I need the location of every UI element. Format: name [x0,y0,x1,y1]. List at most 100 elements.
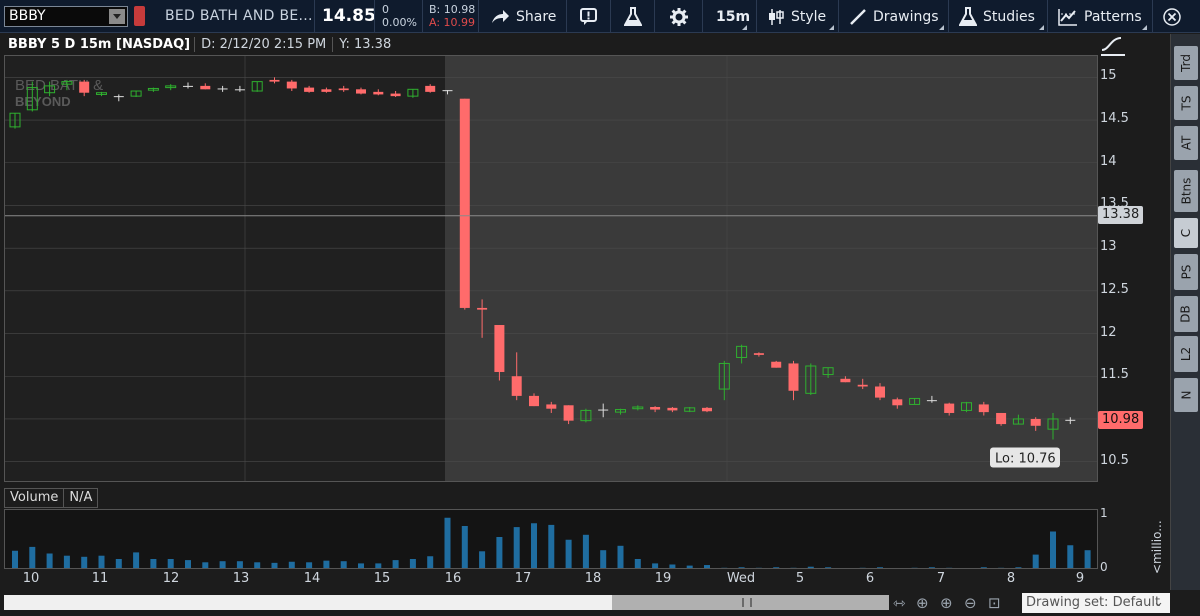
volume-bar [444,517,451,568]
separator [654,0,655,33]
chart-style-icon[interactable] [1101,36,1125,56]
volume-chart[interactable] [4,509,1098,569]
side-tab-ps[interactable]: PS [1174,254,1198,290]
candle-body [875,386,885,398]
price-chart-canvas[interactable]: BED BATH & BEYOND Lo: 10.76 [5,56,1098,482]
style-button[interactable]: Style [767,0,837,33]
candle-body [79,81,90,93]
company-name: BED BATH AND BE... [165,8,313,24]
price-tick-label: 10.5 [1100,452,1129,468]
volume-bar [565,539,572,568]
side-tab-btns[interactable]: Btns [1174,170,1198,212]
crosshair-price-tag: 13.38 [1098,205,1144,224]
candle-body [996,412,1007,425]
volume-unit-label: <millio... [1150,520,1164,574]
separator [314,0,315,33]
patterns-button[interactable]: Patterns [1058,0,1150,33]
candle-body [304,87,315,92]
zoom-out-icon[interactable]: ⊖ [964,594,977,612]
symbol-input[interactable]: BBBY [4,6,128,27]
separator [1152,0,1153,33]
time-tick-label: 12 [162,571,180,586]
separator [374,0,375,33]
dropdown-corner-icon [1039,25,1044,30]
drawing-set-label: Drawing set: Default [1026,595,1161,610]
side-tab-trd[interactable]: Trd [1174,46,1198,80]
scrollbar-thumb[interactable] [612,595,889,610]
volume-axis: 1 0 <millio... [1098,488,1170,574]
bottom-bar: ⇿ ⊕ ⊕ ⊖ ⊡ Drawing set: Default ⌄ [0,591,1200,616]
flask-icon [624,6,642,26]
time-tick-label: 5 [795,571,805,586]
style-label: Style [791,8,827,25]
volume-bar [46,553,53,568]
side-tab-l2[interactable]: L2 [1174,336,1198,372]
volume-bar [254,562,261,568]
time-tick-label: 6 [865,571,875,586]
volume-bar [548,524,555,568]
volume-title[interactable]: Volume [4,488,65,508]
separator [478,0,479,33]
side-tab-c[interactable]: C [1174,218,1198,248]
side-tab-label: AT [1178,135,1193,151]
price-chart[interactable]: BED BATH & BEYOND Lo: 10.76 [4,55,1098,482]
separator [610,0,611,33]
side-tab-ts[interactable]: TS [1174,86,1198,120]
separator [838,0,839,33]
price-tick-label: 12 [1100,324,1117,340]
drawings-button[interactable]: Drawings [849,0,947,33]
side-tab-n[interactable]: N [1174,378,1198,412]
candle-body [892,399,903,406]
candle-body [771,361,782,368]
zoom-box-icon[interactable]: ⊡ [988,594,1001,612]
share-icon [492,9,509,23]
symbol-dropdown-icon[interactable] [109,9,125,24]
flask-button[interactable] [624,0,648,33]
candle-body [788,363,799,391]
zoom-in-icon[interactable]: ⊕ [940,594,953,612]
side-tab-label: PS [1178,264,1193,280]
candle-body [511,376,522,396]
alert-button[interactable] [580,0,606,33]
side-tab-label: DB [1178,305,1193,323]
side-tab-at[interactable]: AT [1174,126,1198,160]
crosshair-icon[interactable]: ⊕ [916,594,929,612]
grip-icon [742,598,752,607]
volume-bar [496,537,503,568]
candle-body [286,81,297,89]
settings-button[interactable] [669,0,695,33]
volume-bar [202,562,209,568]
time-axis[interactable]: 10 11 12 13 14 15 16 17 18 19 Wed 5 6 7 8 9 [4,569,1098,591]
volume-bar [1067,545,1074,568]
share-button[interactable]: Share [490,0,556,33]
low-price-label: Lo: 10.76 [995,451,1056,466]
candle-body [183,85,193,87]
timeframe-button[interactable]: 15m [716,0,750,33]
time-tick-label: 15 [373,571,391,586]
candle-body [650,406,661,410]
studies-label: Studies [983,8,1035,25]
price-tick-label: 12.5 [1100,281,1129,297]
price-axis[interactable]: 1514.51413.51312.51211.51110.5 13.38 10.… [1098,55,1170,482]
time-tick-label: 18 [584,571,602,586]
volume-bar [167,559,174,568]
studies-button[interactable]: Studies [959,0,1047,33]
gear-icon [670,7,688,26]
candle [459,98,470,310]
close-icon [1163,7,1181,26]
drawing-set-dropdown[interactable]: Drawing set: Default ⌄ [1022,593,1170,613]
candle-body [217,88,228,90]
pan-left-right-icon[interactable]: ⇿ [893,594,906,612]
cursor-y-value: Y: 13.38 [332,36,397,52]
patterns-icon [1058,8,1077,26]
chart-title[interactable]: BBBY 5 D 15m [NASDAQ] [4,37,194,52]
percent-change: 0.00% [382,16,417,29]
flag-icon[interactable] [134,6,145,26]
candle-body [425,85,436,92]
side-tab-db[interactable]: DB [1174,296,1198,332]
close-button[interactable] [1163,0,1187,33]
time-tick-label: 9 [1075,571,1085,586]
horizontal-scrollbar[interactable] [4,595,889,610]
candle [771,360,782,368]
volume-bar [1084,550,1091,568]
